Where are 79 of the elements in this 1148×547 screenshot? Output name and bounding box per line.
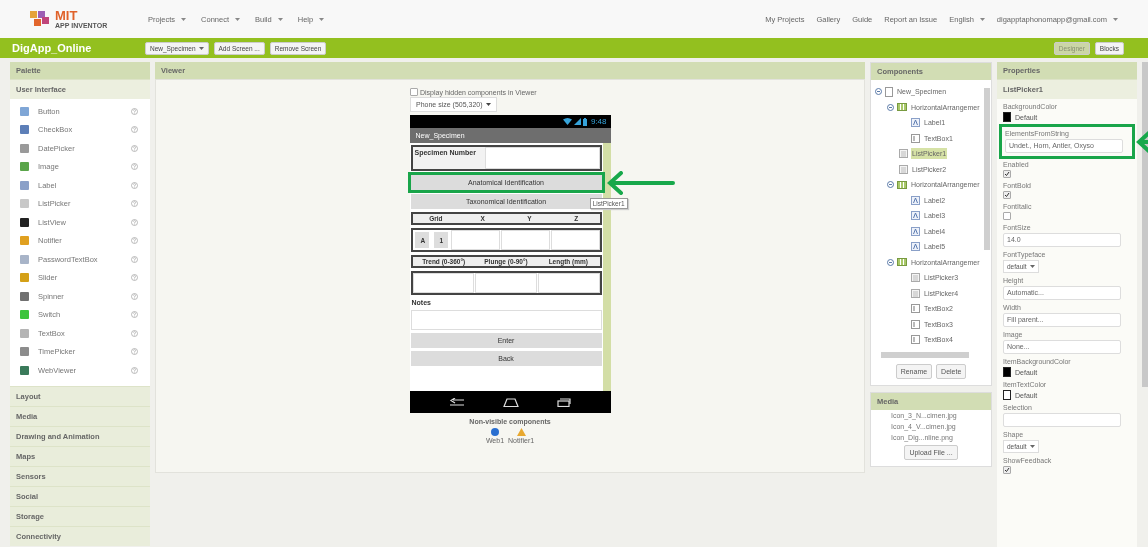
arrangement-icon — [897, 258, 907, 267]
help-icon[interactable] — [131, 292, 138, 300]
logo-icon — [30, 11, 52, 27]
text-field[interactable] — [537, 273, 600, 293]
color-swatch[interactable] — [1003, 390, 1011, 400]
caret-icon — [181, 17, 187, 21]
list-icon — [911, 288, 920, 298]
label-icon — [911, 118, 920, 128]
caret-icon — [1113, 17, 1118, 21]
list-icon — [899, 164, 908, 174]
help-icon[interactable] — [131, 144, 138, 152]
collapse-icon[interactable] — [887, 181, 894, 189]
textbox-icon — [911, 319, 920, 329]
recents-icon[interactable] — [557, 397, 572, 407]
help-icon[interactable] — [131, 237, 138, 245]
text-field[interactable] — [500, 230, 550, 250]
label-icon — [911, 195, 920, 205]
text-field[interactable] — [412, 273, 475, 293]
checkbox[interactable] — [1003, 191, 1011, 199]
help-icon[interactable] — [131, 107, 138, 115]
caret-icon — [277, 17, 283, 21]
textbox-icon — [911, 335, 920, 345]
collapse-icon[interactable] — [887, 103, 894, 111]
text-field[interactable] — [484, 147, 600, 169]
help-icon[interactable] — [131, 274, 138, 282]
caret-icon — [1029, 445, 1035, 448]
warning-icon — [516, 428, 526, 436]
annotation-arrow — [606, 170, 675, 195]
label-icon — [911, 226, 920, 236]
textbox-icon — [911, 304, 920, 314]
back-icon[interactable] — [448, 397, 465, 407]
text-field[interactable] — [550, 230, 600, 250]
caret-icon — [485, 103, 491, 106]
home-icon[interactable] — [503, 397, 519, 407]
color-swatch[interactable] — [1003, 112, 1011, 122]
help-icon[interactable] — [131, 218, 138, 226]
arrangement-icon — [897, 103, 907, 112]
checkbox[interactable] — [1003, 212, 1011, 220]
help-icon[interactable] — [131, 311, 138, 319]
scrollbar[interactable] — [984, 88, 990, 250]
help-icon[interactable] — [131, 181, 138, 189]
caret-icon — [979, 17, 985, 21]
collapse-icon[interactable] — [887, 258, 894, 266]
project-title: DigApp_Online — [12, 42, 93, 54]
clock-text: 9:48 — [590, 117, 607, 126]
help-icon[interactable] — [131, 255, 138, 263]
signal-icon — [573, 118, 581, 125]
help-icon[interactable] — [131, 366, 138, 374]
checkbox[interactable] — [1003, 466, 1011, 474]
label-icon — [911, 211, 920, 221]
caret-icon — [235, 17, 241, 21]
checkbox[interactable] — [410, 88, 418, 96]
caret-icon — [319, 17, 325, 21]
logo-title: MIT — [55, 9, 79, 22]
caret-icon — [198, 46, 204, 50]
help-icon[interactable] — [131, 200, 138, 208]
help-icon[interactable] — [131, 329, 138, 337]
help-icon[interactable] — [131, 348, 138, 356]
collapse-icon[interactable] — [875, 88, 882, 96]
wifi-icon — [562, 118, 572, 125]
arrangement-icon — [897, 180, 907, 189]
globe-icon — [490, 428, 499, 436]
caret-icon — [1029, 265, 1035, 268]
screen-icon — [885, 86, 893, 97]
help-icon[interactable] — [131, 163, 138, 171]
text-field[interactable] — [410, 310, 602, 330]
scrollbar[interactable] — [1142, 62, 1148, 387]
label-icon — [911, 242, 920, 252]
textbox-icon — [911, 133, 920, 143]
checkbox[interactable] — [1003, 170, 1011, 178]
list-icon — [911, 273, 920, 283]
battery-icon — [582, 117, 587, 126]
list-icon — [899, 149, 908, 159]
help-icon[interactable] — [131, 126, 138, 134]
property-field[interactable] — [1003, 413, 1121, 427]
text-field[interactable] — [475, 273, 537, 293]
scrollbar[interactable] — [881, 352, 969, 358]
text-field[interactable] — [450, 230, 500, 250]
color-swatch[interactable] — [1003, 367, 1011, 377]
